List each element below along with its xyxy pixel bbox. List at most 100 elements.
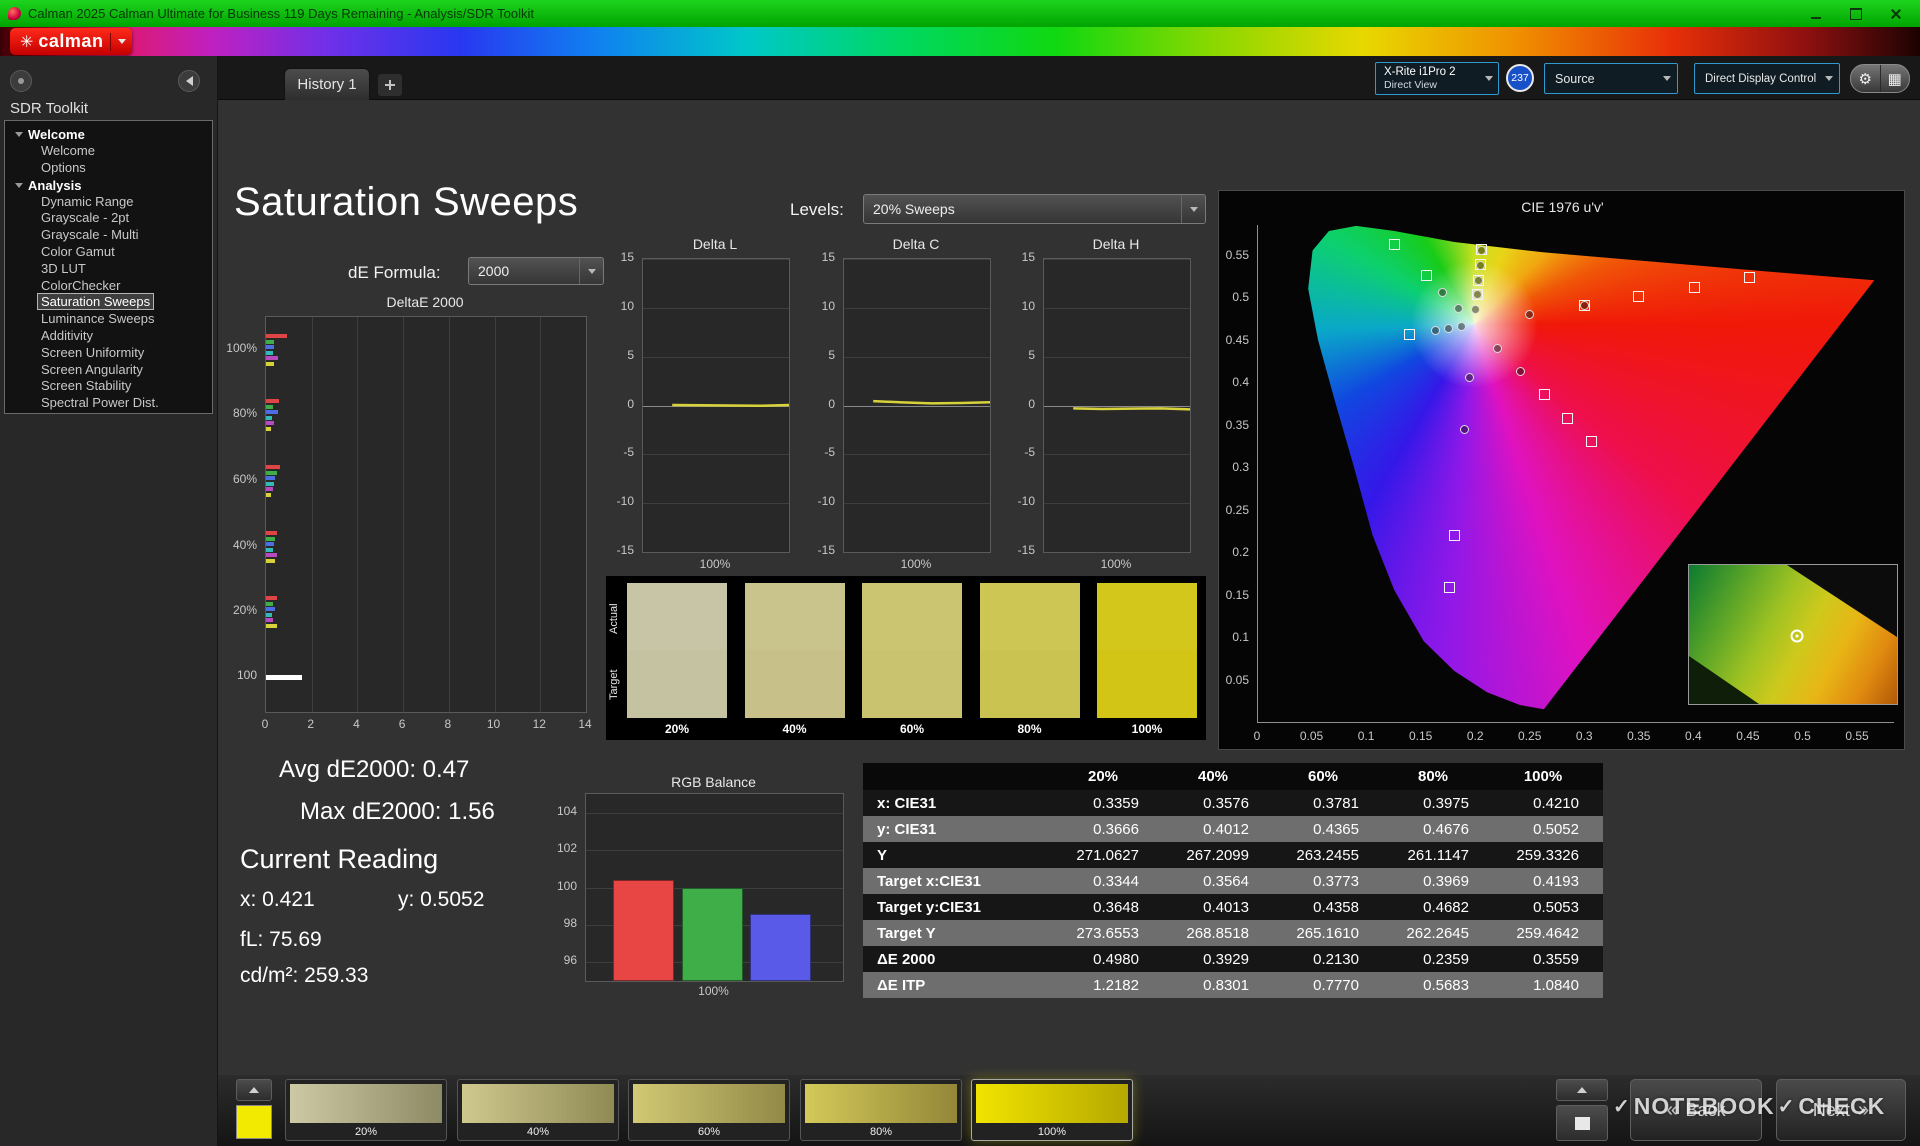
patch-button-60[interactable]: 60% (628, 1079, 790, 1141)
gridline (643, 552, 789, 553)
delta-line (844, 259, 990, 552)
patch-button-80[interactable]: 80% (800, 1079, 962, 1141)
reading-y: y: 0.5052 (398, 888, 484, 912)
table-cell: 0.4210 (1493, 795, 1603, 812)
maximize-button[interactable] (1836, 0, 1876, 27)
rgb-balance-plot (585, 793, 844, 982)
patch-button-40[interactable]: 40% (457, 1079, 619, 1141)
axis-tick-label: 0.45 (1732, 729, 1764, 743)
meter-selector[interactable]: X-Rite i1Pro 2 Direct View (1375, 62, 1499, 95)
source-selector[interactable]: Source (1544, 63, 1678, 94)
table-cell: 0.3666 (1053, 821, 1163, 838)
sidebar-options-button[interactable] (10, 70, 32, 92)
sidebar-collapse-button[interactable] (178, 70, 200, 92)
sidebar-item-label: Luminance Sweeps (41, 311, 154, 326)
cie-x-axis: 00.050.10.150.20.250.30.350.40.450.50.55 (1257, 727, 1893, 743)
sidebar-item-screen-angularity[interactable]: Screen Angularity (5, 362, 212, 379)
patch-window-button[interactable] (1556, 1105, 1608, 1141)
sidebar-item-screen-stability[interactable]: Screen Stability (5, 378, 212, 395)
axis-tick-label: 96 (543, 953, 577, 967)
table-column-header: 80% (1383, 768, 1493, 785)
titlebar: Calman 2025 Calman Ultimate for Business… (0, 0, 1920, 27)
sidebar-item-dynamic-range[interactable]: Dynamic Range (5, 194, 212, 211)
axis-tick-label: 0.5 (1786, 729, 1818, 743)
tab-history-1[interactable]: History 1 (284, 68, 370, 100)
patch-button-100[interactable]: 100% (971, 1079, 1133, 1141)
sidebar-item-label: Grayscale - Multi (41, 227, 139, 242)
levels-dropdown[interactable]: 20% Sweeps (863, 194, 1206, 224)
table-cell: 0.3559 (1493, 951, 1603, 968)
sidebar-item-screen-uniformity[interactable]: Screen Uniformity (5, 345, 212, 362)
axis-tick-label: 0.3 (1219, 460, 1249, 474)
swatch-comparison-panel: Actual Target 20%40%60%80%100% (606, 576, 1206, 740)
table-cell: 259.4642 (1493, 925, 1603, 942)
gridline (495, 317, 496, 712)
next-button-label: Next (1813, 1100, 1850, 1121)
sidebar-item-saturation-sweeps[interactable]: Saturation Sweeps (5, 294, 212, 311)
swatch-actual (745, 583, 845, 650)
calman-menu-button[interactable]: ✳ calman (10, 28, 132, 55)
chevron-down-icon (1825, 76, 1833, 81)
app-window: Calman 2025 Calman Ultimate for Business… (0, 0, 1920, 1146)
sidebar-item-grayscale-multi[interactable]: Grayscale - Multi (5, 227, 212, 244)
axis-tick-label: 0 (805, 397, 835, 411)
table-cell: 0.3564 (1163, 873, 1273, 890)
measured-point (1457, 322, 1466, 331)
gridline (403, 317, 404, 712)
patch-options-button[interactable] (236, 1079, 272, 1101)
display-control-selector[interactable]: Direct Display Control (1694, 63, 1840, 94)
bar (266, 427, 271, 431)
back-button[interactable]: « Back (1630, 1079, 1762, 1141)
swatch-level-label: 60% (862, 722, 962, 736)
axis-tick-label: 15 (1005, 250, 1035, 264)
measured-point (1465, 373, 1474, 382)
sidebar-item-welcome[interactable]: Welcome (5, 143, 212, 160)
sidebar-item-spectral-power-dist[interactable]: Spectral Power Dist. (5, 395, 212, 412)
sidebar-item-additivity[interactable]: Additivity (5, 328, 212, 345)
sidebar-section-welcome[interactable]: Welcome (5, 126, 212, 143)
sidebar-item-options[interactable]: Options (5, 160, 212, 177)
sidebar-item-grayscale-2pt[interactable]: Grayscale - 2pt (5, 210, 212, 227)
delta-h-chart-plot (1043, 258, 1191, 553)
sidebar-section-analysis[interactable]: Analysis (5, 177, 212, 194)
settings-button[interactable]: ⚙ (1851, 65, 1881, 92)
chevron-up-icon (1577, 1087, 1587, 1093)
patch-panel-expand-button[interactable] (1556, 1079, 1608, 1101)
sidebar-item-label: Color Gamut (41, 244, 115, 259)
levels-value: 20% Sweeps (864, 201, 1181, 217)
workspace-button[interactable]: ▦ (1881, 65, 1910, 92)
axis-tick-label: 0 (1005, 397, 1035, 411)
table-cell: 0.3929 (1163, 951, 1273, 968)
axis-tick-label: 0.35 (1623, 729, 1655, 743)
patch-button-20[interactable]: 20% (285, 1079, 447, 1141)
bar (266, 542, 274, 546)
close-button[interactable] (1876, 0, 1916, 27)
axis-tick-label: 100 (219, 668, 257, 682)
axis-tick-label: 100% (219, 341, 257, 355)
sidebar-item-3d-lut[interactable]: 3D LUT (5, 261, 212, 278)
de-formula-dropdown[interactable]: 2000 (468, 257, 604, 285)
sidebar-item-luminance-sweeps[interactable]: Luminance Sweeps (5, 311, 212, 328)
table-row: y: CIE310.36660.40120.43650.46760.5052 (863, 816, 1603, 842)
table-cell: 265.1610 (1273, 925, 1383, 942)
sidebar-item-color-gamut[interactable]: Color Gamut (5, 244, 212, 261)
axis-tick-label: 0.25 (1514, 729, 1546, 743)
next-button[interactable]: Next » (1776, 1079, 1906, 1141)
axis-tick-label: -15 (1005, 543, 1035, 557)
sidebar-item-colorchecker[interactable]: ColorChecker (5, 278, 212, 295)
bar (266, 613, 272, 617)
minimize-button[interactable] (1796, 0, 1836, 27)
bar-red (613, 880, 674, 981)
add-tab-button[interactable] (378, 74, 402, 96)
axis-tick-label: 0.15 (1405, 729, 1437, 743)
bar (266, 607, 275, 611)
reading-fl: fL: 75.69 (240, 928, 322, 952)
rgb-balance-chart-title: RGB Balance (585, 774, 842, 790)
sidebar-item-label: Options (41, 160, 86, 175)
meter-mode: Direct View (1384, 79, 1485, 91)
bar (266, 399, 279, 403)
table-row: Target Y273.6553268.8518265.1610262.2645… (863, 920, 1603, 946)
table-column-header: 100% (1493, 768, 1603, 785)
close-icon (1890, 8, 1902, 20)
axis-tick-label: 0.4 (1677, 729, 1709, 743)
